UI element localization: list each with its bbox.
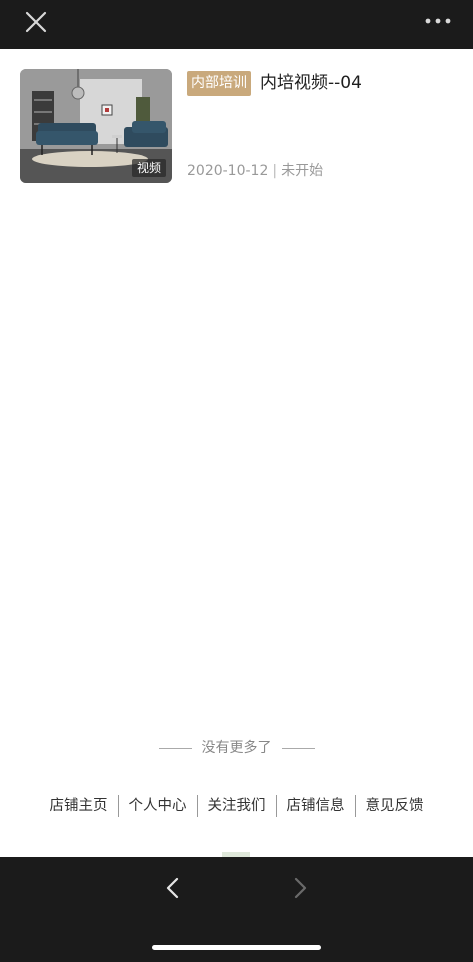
footer-link-feedback[interactable]: 意见反馈 [354, 795, 434, 817]
more-dots-icon[interactable] [421, 11, 455, 31]
category-tag: 内部培训 [187, 71, 251, 96]
bottom-nav-bar [0, 857, 473, 962]
video-thumbnail[interactable]: 视频 [20, 69, 172, 183]
footer-link-follow-us[interactable]: 关注我们 [196, 795, 276, 817]
footer-link-personal-center[interactable]: 个人中心 [117, 795, 197, 817]
chevron-right-icon[interactable] [287, 875, 313, 901]
item-meta: 2020-10-12 | 未开始 [187, 161, 323, 181]
meta-separator: | [272, 163, 278, 179]
divider-right [281, 747, 315, 749]
footer-link-shop-info[interactable]: 店铺信息 [275, 795, 355, 817]
item-title[interactable]: 内培视频--04 [260, 70, 362, 97]
footer-link-shop-home[interactable]: 店铺主页 [40, 795, 118, 817]
footer-links: 店铺主页 个人中心 关注我们 店铺信息 意见反馈 [0, 794, 473, 818]
divider-left [158, 747, 192, 749]
item-status: 未开始 [281, 163, 324, 179]
list-item[interactable]: 视频 内部培训 内培视频--04 2020-10-12 | 未开始 [0, 49, 473, 199]
close-icon[interactable] [22, 8, 50, 36]
item-date: 2020-10-12 [187, 163, 269, 179]
no-more-text: 没有更多了 [201, 740, 272, 756]
video-badge: 视频 [131, 159, 166, 177]
top-nav-bar [0, 0, 473, 49]
home-indicator [152, 945, 321, 950]
chevron-left-icon[interactable] [160, 875, 186, 901]
no-more-indicator: 没有更多了 [0, 738, 473, 758]
